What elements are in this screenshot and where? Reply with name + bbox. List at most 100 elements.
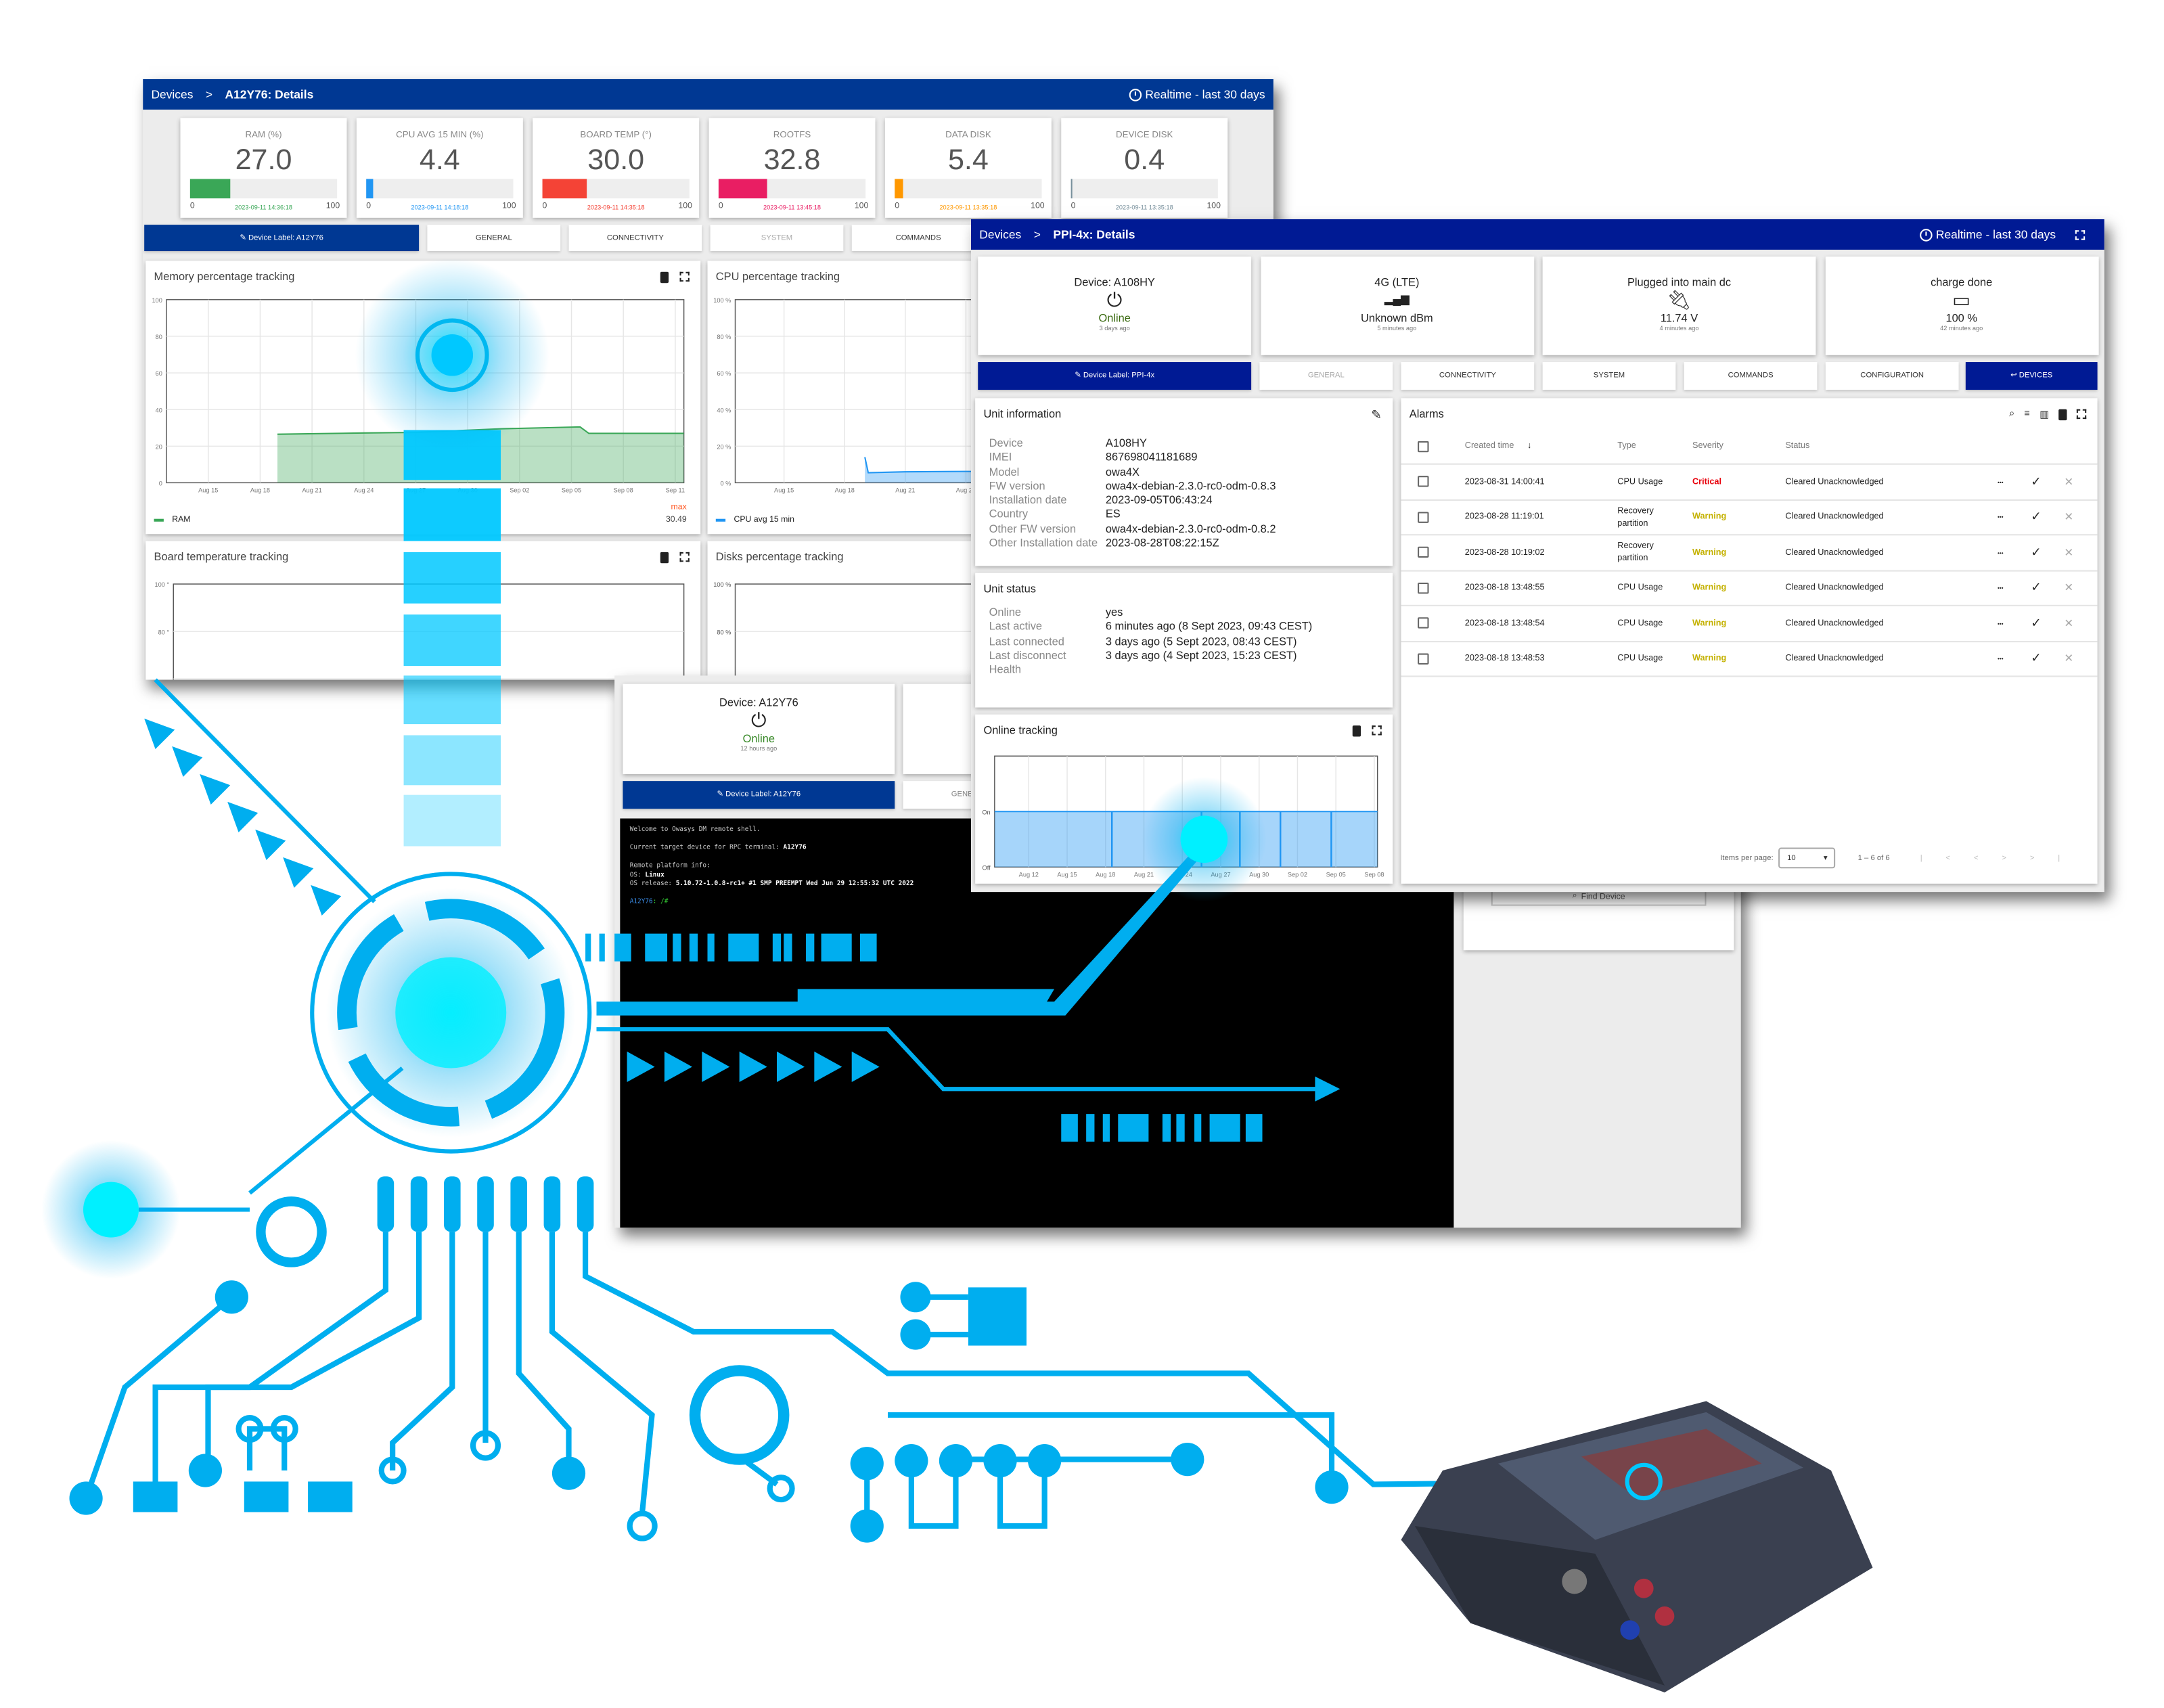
- unit-information-card: Unit information ✎ Device A108HY IMEI 86769…: [975, 398, 1393, 566]
- circuit-traces: [83, 1196, 1644, 1542]
- y-tick-label: 40 %: [717, 407, 731, 413]
- more-icon[interactable]: •••: [1998, 514, 2004, 520]
- select-all-checkbox[interactable]: [1418, 440, 1429, 452]
- tab-label: Device Label: A12Y76: [248, 233, 323, 242]
- acknowledge-check-icon[interactable]: ✓: [2031, 474, 2041, 490]
- tab-label: Device Label: PPI-4x: [1083, 372, 1155, 380]
- memory-chart: 0 20 40 60 80 100 Aug 15 Aug 18 Aug 21 Aug 24 Aug …: [152, 297, 685, 494]
- severity-badge: Critical: [1692, 476, 1722, 487]
- info-key: FW version: [989, 480, 1045, 493]
- legend-swatch: [154, 518, 164, 522]
- more-icon[interactable]: •••: [1998, 478, 2004, 485]
- fullscreen-icon[interactable]: [2076, 409, 2087, 420]
- created-time: 2023-08-28 11:19:01: [1464, 512, 1544, 522]
- acknowledge-check-icon[interactable]: ✓: [2031, 616, 2041, 631]
- legend-cpu[interactable]: CPU avg 15 min: [734, 516, 794, 524]
- tab-commands[interactable]: COMMANDS: [851, 225, 985, 252]
- tab-configuration[interactable]: CONFIGURATION: [1825, 362, 1959, 390]
- x-tick-label: Aug 27: [1211, 872, 1230, 878]
- row-checkbox[interactable]: [1418, 511, 1429, 523]
- memory-chart-card: Memory percentage tracking 0 20 40 60 80 100 A…: [145, 261, 701, 535]
- tab-device-label[interactable]: ✎ Device Label: PPI-4x: [978, 362, 1252, 390]
- info-value: 3 days ago (5 Sept 2023, 08:43 CEST): [1105, 635, 1297, 648]
- info-key: Country: [989, 508, 1029, 521]
- realtime-selector[interactable]: Realtime - last 30 days: [1919, 227, 2056, 242]
- more-icon[interactable]: •••: [1998, 655, 2004, 662]
- clear-x-icon[interactable]: ✕: [2064, 511, 2073, 523]
- clear-x-icon[interactable]: ✕: [2064, 652, 2073, 665]
- kpi-value: 5.4: [947, 144, 989, 177]
- breadcrumb-devices[interactable]: Devices: [979, 227, 1021, 242]
- y-tick-label: 0: [159, 480, 162, 487]
- tab-system[interactable]: SYSTEM: [1542, 362, 1676, 390]
- online-chart: Aug 12 Aug 15 Aug 18 Aug 21 Aug 24 Aug 27 Aug …: [982, 755, 1384, 878]
- column-header[interactable]: Status: [1785, 441, 1809, 451]
- alarm-type: CPU Usage: [1617, 618, 1663, 629]
- device-title: Device: A12Y76: [719, 696, 798, 709]
- alarm-type: CPU Usage: [1617, 583, 1663, 593]
- tab-device-label[interactable]: ✎ Device Label: A12Y76: [144, 225, 420, 252]
- battery-icon: ▭: [1952, 288, 1971, 311]
- info-key: Model: [989, 465, 1020, 478]
- card-title: Unit information: [983, 407, 1062, 421]
- series-area: [277, 426, 684, 483]
- terminal-prompt[interactable]: A12Y76: /#: [630, 899, 1444, 907]
- more-icon[interactable]: •••: [1998, 620, 2004, 627]
- column-header[interactable]: Created time: [1465, 441, 1514, 451]
- row-checkbox[interactable]: [1418, 547, 1429, 558]
- tab-devices[interactable]: ↩ DEVICES: [1965, 362, 2098, 390]
- more-icon[interactable]: •••: [1998, 549, 2004, 556]
- row-checkbox[interactable]: [1418, 476, 1429, 488]
- column-header[interactable]: Type: [1617, 441, 1636, 451]
- search-icon[interactable]: ⌕: [2009, 409, 2014, 420]
- clear-x-icon[interactable]: ✕: [2064, 476, 2073, 488]
- row-checkbox[interactable]: [1418, 653, 1429, 665]
- columns-icon[interactable]: ▥: [2039, 409, 2049, 420]
- x-tick-label: Aug 15: [1057, 872, 1077, 878]
- x-tick-label: Sep 08: [1364, 872, 1384, 878]
- row-checkbox[interactable]: [1418, 582, 1429, 593]
- tab-commands[interactable]: COMMANDS: [1684, 362, 1818, 390]
- plot-area: [734, 299, 985, 484]
- acknowledge-check-icon[interactable]: ✓: [2031, 510, 2041, 525]
- export-file-icon[interactable]: [2058, 409, 2067, 421]
- acknowledge-check-icon[interactable]: ✓: [2031, 580, 2041, 595]
- tab-general[interactable]: GENERAL: [1259, 362, 1393, 390]
- clear-x-icon[interactable]: ✕: [2064, 581, 2073, 593]
- kpi-progress-bar: [366, 179, 514, 199]
- info-key: Device: [989, 436, 1023, 450]
- fullscreen-icon[interactable]: [2075, 229, 2086, 240]
- hub: [310, 872, 592, 1154]
- alarm-status: Cleared Unacknowledged: [1785, 583, 1884, 593]
- legend-ram[interactable]: RAM: [172, 516, 190, 524]
- status-value: Online: [1098, 312, 1131, 325]
- column-header[interactable]: Severity: [1692, 441, 1723, 451]
- tab-system[interactable]: SYSTEM: [710, 225, 844, 252]
- acknowledge-check-icon[interactable]: ✓: [2031, 545, 2041, 560]
- filter-icon[interactable]: ≡: [2025, 409, 2030, 420]
- pencil-icon: ✎: [717, 790, 726, 799]
- severity-badge: Warning: [1692, 654, 1727, 664]
- tab-device-label[interactable]: ✎ Device Label: A12Y76: [623, 781, 895, 809]
- breadcrumb-devices[interactable]: Devices: [151, 87, 193, 102]
- clear-x-icon[interactable]: ✕: [2064, 617, 2073, 629]
- tab-connectivity[interactable]: CONNECTIVITY: [1401, 362, 1535, 390]
- kpi-progress-fill: [542, 179, 587, 199]
- more-icon[interactable]: •••: [1998, 585, 2004, 591]
- row-checkbox[interactable]: [1418, 617, 1429, 629]
- cpu-chart-card: CPU percentage tracking 0 % 20 % 40 % 60 % 8…: [707, 261, 985, 535]
- edit-pencil-icon[interactable]: ✎: [1371, 408, 1381, 424]
- tab-connectivity[interactable]: CONNECTIVITY: [568, 225, 702, 252]
- tab-general[interactable]: GENERAL: [427, 225, 561, 252]
- realtime-selector[interactable]: Realtime - last 30 days: [1128, 87, 1265, 102]
- clear-x-icon[interactable]: ✕: [2064, 546, 2073, 558]
- acknowledge-check-icon[interactable]: ✓: [2031, 651, 2041, 667]
- y-tick-label: 80: [156, 334, 162, 340]
- y-tick-label: 80 %: [717, 334, 731, 340]
- unit-status-card: Unit status Online yes Last active 6 minute…: [975, 572, 1393, 708]
- paginator: Items per page: 10 ▾ 1 – 6 of 6 |<<>>|: [1720, 847, 2083, 869]
- alarm-type: Recovery partition: [1617, 541, 1654, 564]
- created-time: 2023-08-31 14:00:41: [1464, 476, 1545, 487]
- page-nav-buttons[interactable]: |<<>>|: [1920, 854, 2083, 862]
- items-per-page-select[interactable]: 10 ▾: [1778, 847, 1836, 869]
